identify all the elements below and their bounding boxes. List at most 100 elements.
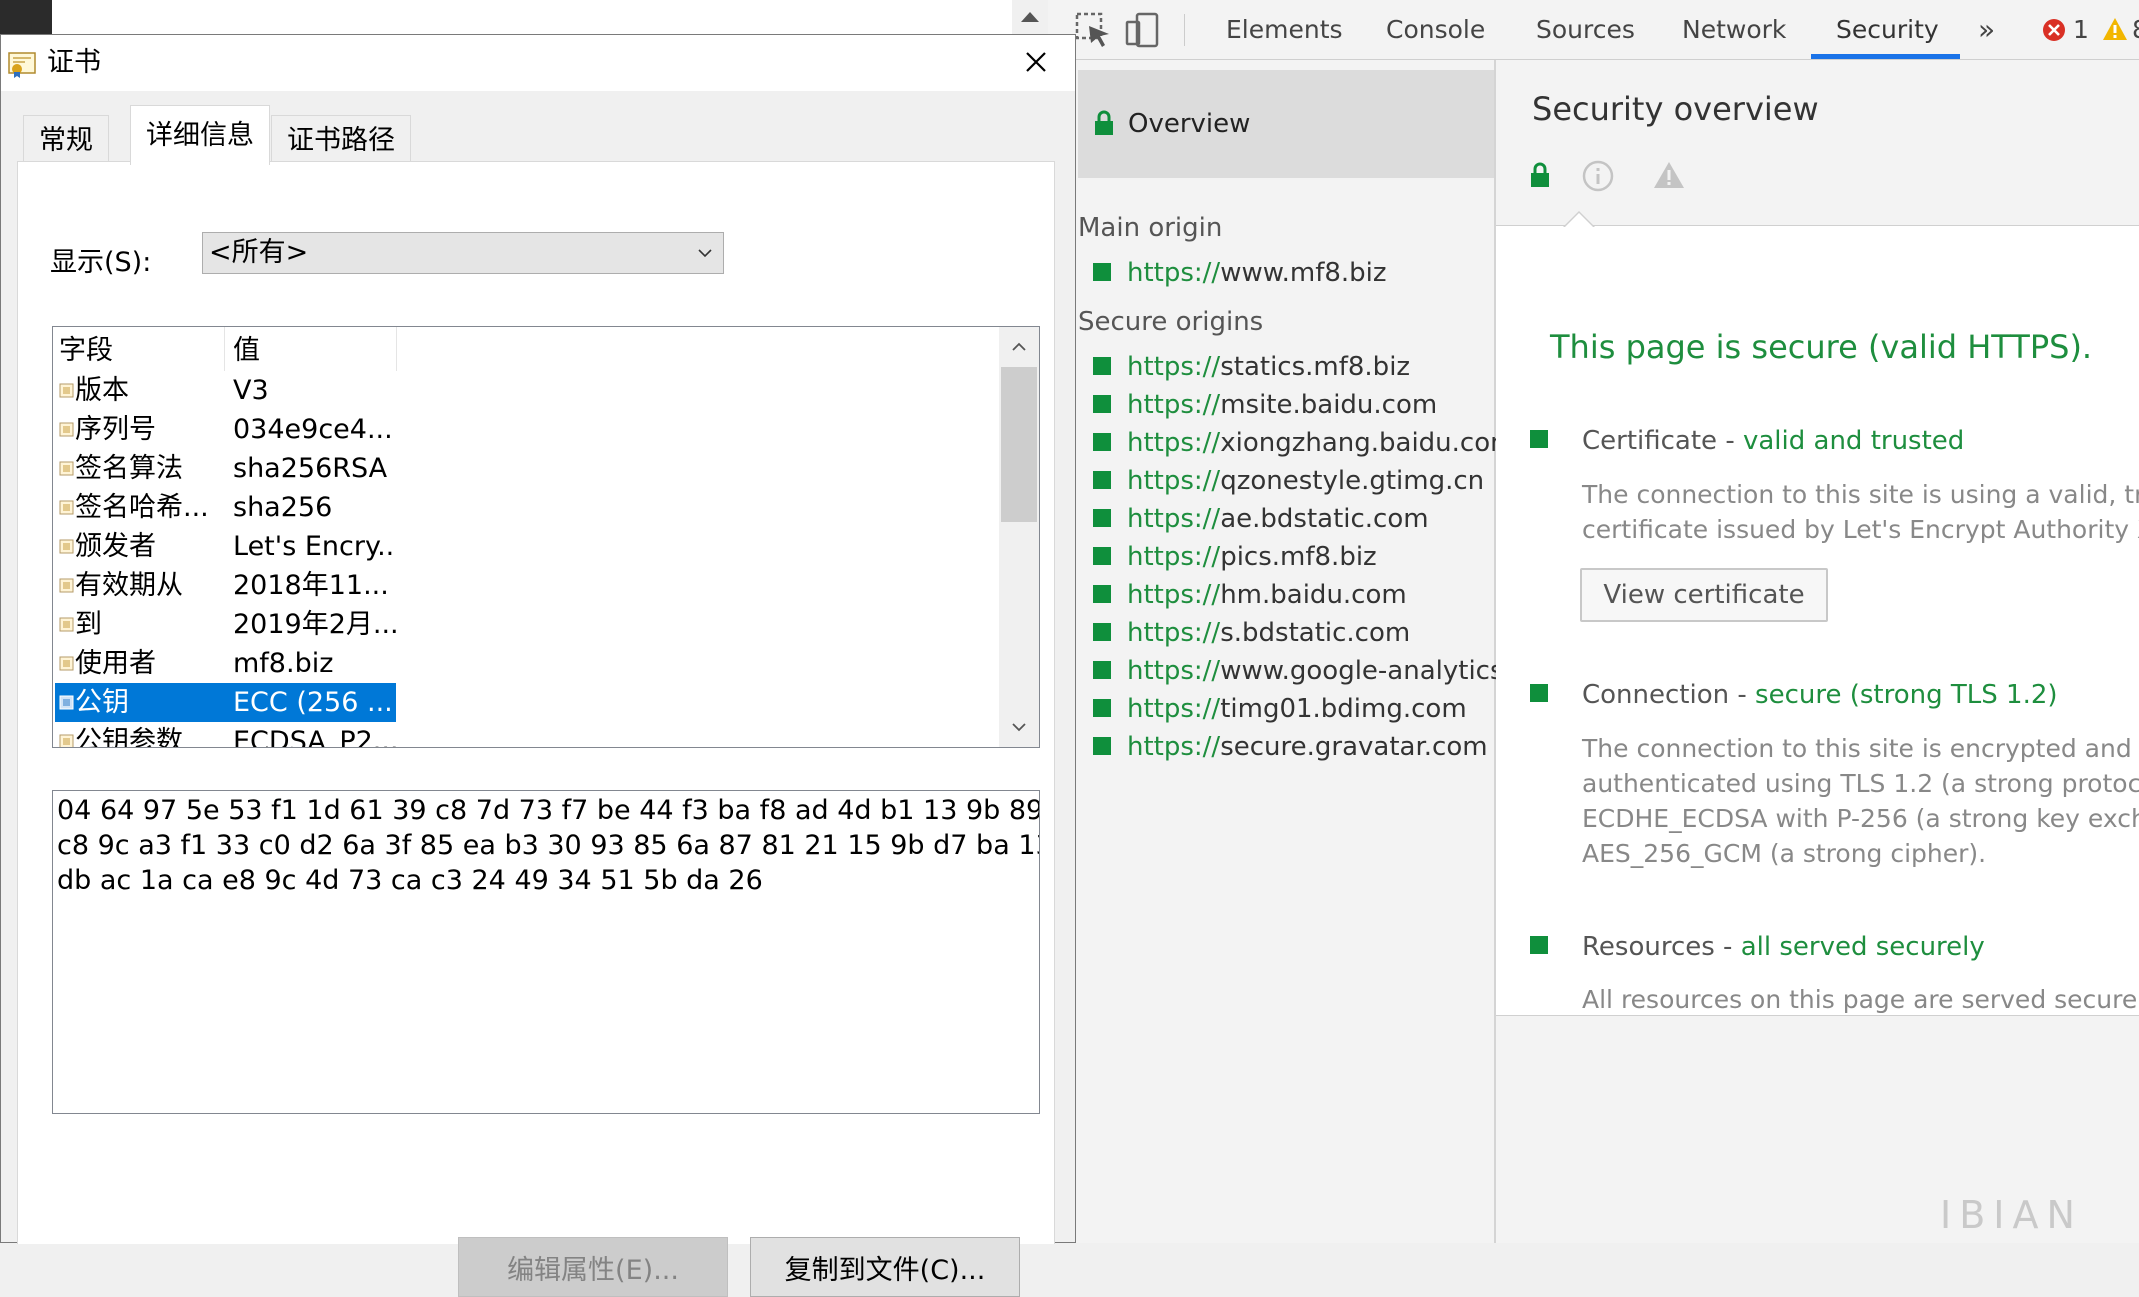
origin-item[interactable]: https://pics.mf8.biz <box>1078 537 1498 577</box>
more-tabs-button[interactable]: » <box>1978 0 1995 59</box>
info-icon <box>1582 160 1614 192</box>
field-icon <box>59 383 74 398</box>
close-icon[interactable] <box>1015 45 1057 81</box>
field-row[interactable]: 序列号 034e9ce4... <box>55 410 396 449</box>
origin-item[interactable]: https://s.bdstatic.com <box>1078 613 1498 653</box>
overview-header: Security overview <box>1496 60 2139 226</box>
summary-status: valid and trusted <box>1742 426 1965 456</box>
origin-scheme: https:// <box>1127 618 1221 648</box>
copy-to-file-button[interactable]: 复制到文件(C)... <box>750 1237 1020 1297</box>
warning-outline-icon <box>1654 162 1684 188</box>
tab-console[interactable]: Console <box>1386 0 1485 59</box>
tab-elements[interactable]: Elements <box>1226 0 1343 59</box>
field-name: 签名算法 <box>75 453 183 484</box>
description-line: ECDHE_ECDSA with P-256 (a strong key exc… <box>1582 804 2139 833</box>
resources-status-indicator <box>1530 936 1548 954</box>
secure-indicator <box>1093 699 1111 717</box>
origin-item[interactable]: https://qzonestyle.gtimg.cn <box>1078 461 1498 501</box>
devtools-toolbar: Elements Console Sources Network Securit… <box>1048 0 2139 60</box>
origin-scheme: https:// <box>1127 542 1221 572</box>
summary-status: all served securely <box>1740 932 1985 962</box>
origin-host: ae.bdstatic.com <box>1220 504 1429 534</box>
origin-host: s.bdstatic.com <box>1220 618 1411 648</box>
warning-count[interactable]: 8 <box>2132 0 2139 60</box>
summary-status: secure (strong TLS 1.2) <box>1755 680 2058 710</box>
error-count[interactable]: 1 <box>2073 0 2089 60</box>
origin-scheme: https:// <box>1127 352 1221 382</box>
field-row[interactable]: 签名哈希... sha256 <box>55 488 396 527</box>
origin-item-main[interactable]: https://www.mf8.biz <box>1078 253 1498 293</box>
show-select[interactable]: <所有> <box>202 232 724 274</box>
field-row[interactable]: 使用者 mf8.biz <box>55 644 396 683</box>
description-line: authenticated using TLS 1.2 (a strong pr… <box>1582 769 2139 798</box>
scroll-down-icon[interactable] <box>1009 717 1029 737</box>
description-line: certificate issued by Let's Encrypt Auth… <box>1582 515 2139 544</box>
device-toolbar-icon[interactable] <box>1123 10 1163 50</box>
secure-origins-heading: Secure origins <box>1078 307 1264 337</box>
show-label: 显示(S): <box>50 247 152 278</box>
summary-separator: - <box>1717 426 1743 456</box>
origin-host: statics.mf8.biz <box>1220 352 1411 382</box>
field-name: 到 <box>75 609 102 640</box>
field-value: 2018年11... <box>233 570 389 601</box>
field-row[interactable]: 版本 V3 <box>55 371 396 410</box>
field-value: ECC (256 ... <box>233 687 393 718</box>
overview-body: This page is secure (valid HTTPS). Certi… <box>1496 226 2139 1016</box>
secure-indicator <box>1093 471 1111 489</box>
field-row[interactable]: 颁发者 Let's Encry... <box>55 527 396 566</box>
column-header-value[interactable]: 值 <box>233 331 260 371</box>
field-value: Let's Encry... <box>233 531 396 562</box>
resources-description: All resources on this page are served se… <box>1582 982 2139 1017</box>
field-row[interactable]: 签名算法 sha256RSA <box>55 449 396 488</box>
field-icon <box>59 734 74 747</box>
edit-properties-button[interactable]: 编辑属性(E)... <box>458 1237 728 1297</box>
origin-item[interactable]: https://timg01.bdimg.com <box>1078 689 1498 729</box>
background-window-top <box>52 0 1048 35</box>
origin-item[interactable]: https://hm.baidu.com <box>1078 575 1498 615</box>
field-icon <box>59 539 74 554</box>
tab-details[interactable]: 详细信息 <box>130 105 270 165</box>
tab-general[interactable]: 常规 <box>23 115 109 163</box>
view-certificate-button[interactable]: View certificate <box>1580 568 1828 622</box>
field-name: 签名哈希... <box>75 492 209 523</box>
origin-item[interactable]: https://secure.gravatar.com <box>1078 727 1498 767</box>
main-origin-heading: Main origin <box>1078 213 1223 243</box>
field-icon <box>59 500 74 515</box>
field-row[interactable]: 有效期从 2018年11... <box>55 566 396 605</box>
origin-item[interactable]: https://xiongzhang.baidu.com <box>1078 423 1498 463</box>
error-icon[interactable] <box>2042 18 2066 42</box>
tab-security[interactable]: Security <box>1836 0 1939 59</box>
field-row[interactable]: 到 2019年2月... <box>55 605 396 644</box>
connection-summary-title: Connection - secure (strong TLS 1.2) <box>1582 680 2058 710</box>
origin-item[interactable]: https://www.google-analytics.c <box>1078 651 1498 691</box>
column-divider[interactable] <box>396 327 397 371</box>
details-tab-page: 显示(S): <所有> 字段 值 版本 V3 序列号 034e9ce4... 签名算… <box>17 161 1055 1297</box>
origin-item[interactable]: https://ae.bdstatic.com <box>1078 499 1498 539</box>
chevron-down-icon <box>698 249 712 258</box>
inspect-element-icon[interactable] <box>1073 10 1113 50</box>
field-value-text[interactable]: 04 64 97 5e 53 f1 1d 61 39 c8 7d 73 f7 b… <box>52 790 1040 1114</box>
sidebar-item-overview[interactable]: Overview <box>1078 70 1494 178</box>
origin-host: timg01.bdimg.com <box>1220 694 1467 724</box>
column-header-field[interactable]: 字段 <box>59 331 113 371</box>
description-line: All resources on this page are served se… <box>1582 985 2139 1014</box>
active-tab-indicator <box>1811 54 1960 59</box>
field-list-scrollbar[interactable] <box>999 327 1039 747</box>
field-row-selected[interactable]: 公钥 ECC (256 ... <box>55 683 396 722</box>
column-divider[interactable] <box>224 327 225 371</box>
origin-item[interactable]: https://statics.mf8.biz <box>1078 347 1498 387</box>
tab-sources[interactable]: Sources <box>1536 0 1635 59</box>
warning-icon[interactable] <box>2102 16 2128 42</box>
scrollbar-thumb[interactable] <box>1001 367 1037 522</box>
origin-scheme: https:// <box>1127 428 1221 458</box>
tab-network[interactable]: Network <box>1682 0 1786 59</box>
origin-item[interactable]: https://msite.baidu.com <box>1078 385 1498 425</box>
field-row[interactable]: 公钥参数 ECDSA_P2... <box>55 722 396 747</box>
field-value: 034e9ce4... <box>233 414 393 445</box>
origin-scheme: https:// <box>1127 580 1221 610</box>
background-scrollbar-up[interactable] <box>1012 0 1048 35</box>
scroll-up-icon[interactable] <box>1009 337 1029 357</box>
tab-certification-path[interactable]: 证书路径 <box>271 115 411 163</box>
certificate-field-list[interactable]: 字段 值 版本 V3 序列号 034e9ce4... 签名算法 sha256RSA 签… <box>52 326 1040 748</box>
origin-host: www.google-analytics.c <box>1220 656 1497 686</box>
